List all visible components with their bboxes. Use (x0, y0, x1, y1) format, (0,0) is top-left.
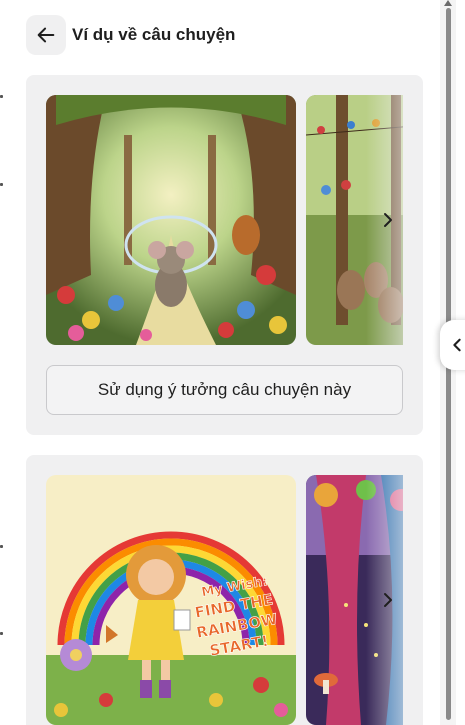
story-examples-panel: Ví dụ về câu chuyện Sử dụng ý tưởng câu … (0, 0, 465, 725)
mouse-forest-illustration (46, 95, 296, 345)
back-button[interactable] (26, 15, 66, 55)
page-title: Ví dụ về câu chuyện (72, 25, 236, 44)
use-story-idea-button[interactable]: Sử dụng ý tưởng câu chuyện này (46, 365, 403, 415)
edge-mark (0, 632, 3, 635)
carousel-next-button[interactable] (376, 588, 400, 612)
collapse-panel-button[interactable] (440, 320, 465, 370)
chevron-right-icon (384, 213, 392, 227)
chevron-left-icon (453, 338, 461, 352)
header: Ví dụ về câu chuyện (26, 15, 235, 55)
edge-mark (0, 95, 3, 98)
story-image-rainbow[interactable]: My Wish: FIND THE RAINBOW START! (46, 475, 296, 725)
image-carousel: My Wish: FIND THE RAINBOW START! (46, 475, 403, 725)
scroll-up-icon[interactable] (444, 0, 452, 6)
rainbow-girl-illustration: My Wish: FIND THE RAINBOW START! (46, 475, 296, 725)
image-carousel (46, 95, 403, 345)
edge-mark (0, 545, 3, 548)
arrow-left-icon (37, 27, 55, 43)
story-image-mouse[interactable] (46, 95, 296, 345)
carousel-next-button[interactable] (376, 208, 400, 232)
story-card: Sử dụng ý tưởng câu chuyện này (26, 75, 423, 435)
chevron-right-icon (384, 593, 392, 607)
edge-mark (0, 183, 3, 186)
story-card: My Wish: FIND THE RAINBOW START! (26, 455, 423, 725)
